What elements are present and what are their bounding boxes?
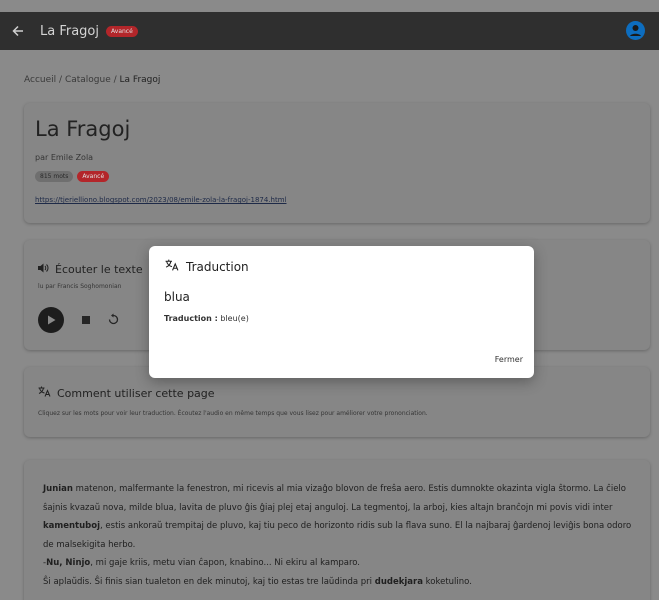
translate-icon [38,386,51,400]
audio-title-label: Écouter le texte [55,263,143,276]
play-button[interactable] [38,307,64,333]
story-card: Junian matenon, malfermante la fenestron… [24,460,650,600]
dialog-title: Traduction [165,259,249,274]
breadcrumb-catalog[interactable]: Catalogue [65,75,111,85]
close-button[interactable]: Fermer [495,355,523,364]
book-title: La Fragoj [35,117,131,141]
book-author: par Emile Zola [35,153,94,162]
breadcrumb: Accueil / Catalogue / La Fragoj [24,75,160,85]
audio-title: Écouter le texte [38,263,143,276]
breadcrumb-current: La Fragoj [119,75,161,85]
story-text: Junian matenon, malfermante la fenestron… [43,480,633,591]
top-app-bar: La Fragoj Avancé [0,12,659,50]
dialog-title-label: Traduction [186,259,249,274]
app-bar-title: La Fragoj [40,23,100,39]
translated-word: blua [164,290,190,304]
audio-reader: lu par Francis Soghomonian [38,283,122,290]
stop-button[interactable] [82,316,90,324]
highlighted-word[interactable]: Junian [43,484,73,494]
breadcrumb-separator: / [59,75,63,85]
help-title-label: Comment utiliser cette page [57,386,215,400]
highlighted-word[interactable]: kamentuboj [43,521,100,531]
translate-icon [165,259,179,274]
translation-line: Traduction : bleu(e) [164,314,249,323]
translation-value: bleu(e) [220,314,249,323]
level-badge: Avancé [106,25,138,37]
speaker-icon [38,263,49,276]
breadcrumb-separator: / [113,75,117,85]
story-paragraph[interactable]: Ŝi aplaŭdis. Ŝi finis sian tualeton en d… [43,573,633,592]
highlighted-word[interactable]: dudekjara [375,577,423,587]
story-segment[interactable]: koketulino. [423,577,472,587]
user-circle-icon[interactable] [626,21,645,40]
help-title: Comment utiliser cette page [38,386,215,400]
story-paragraph[interactable]: Junian matenon, malfermante la fenestron… [43,480,633,554]
translation-dialog: Traduction blua Traduction : bleu(e) Fer… [149,246,534,378]
book-info-card: La Fragoj par Emile Zola 815 mots Avancé… [24,103,650,223]
breadcrumb-home[interactable]: Accueil [24,75,56,85]
story-segment[interactable]: Ŝi aplaŭdis. Ŝi finis sian tualeton en d… [43,577,375,587]
story-segment[interactable]: , mi gaje kriis, metu vian ĉapon, knabin… [90,558,360,568]
help-text: Cliquez sur les mots pour voir leur trad… [38,410,428,417]
audio-controls [38,307,119,333]
arrow-left-icon[interactable] [12,25,26,37]
restart-icon[interactable] [108,313,119,328]
book-chips: 815 mots Avancé [35,171,110,182]
story-segment[interactable]: matenon, malfermante la fenestron, mi ri… [43,484,626,513]
story-paragraph[interactable]: -Nu, Ninjo, mi gaje kriis, metu vian ĉap… [43,554,633,573]
highlighted-word[interactable]: Nu, Ninjo [46,558,90,568]
word-count-chip: 815 mots [35,171,74,182]
level-chip: Avancé [77,171,110,182]
source-link[interactable]: https://tjerielliono.blogspot.com/2023/0… [35,196,287,204]
translation-label: Traduction : [164,314,218,323]
window-top-strip [0,0,659,12]
story-segment[interactable]: , estis ankoraŭ trempitaj de pluvo, kaj … [43,521,631,550]
